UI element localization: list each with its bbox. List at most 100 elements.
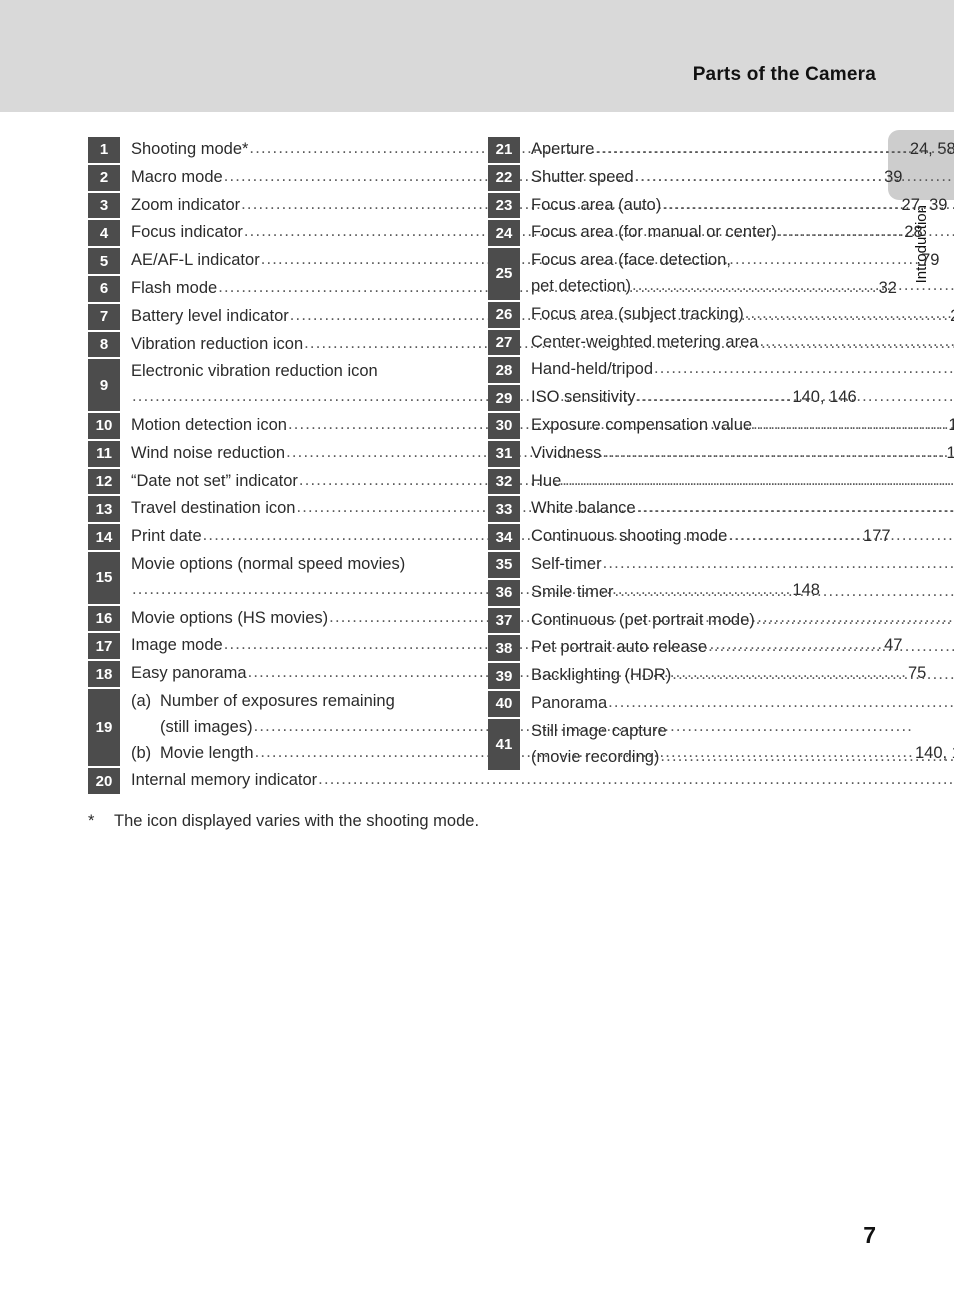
legend-entry-text: Hue [531, 471, 562, 490]
legend-entry-body: Pet portrait auto release ..............… [520, 635, 954, 661]
legend-entry: 19(a)Number of exposures remaining(a)(st… [88, 688, 954, 767]
dot-leader: ........................................… [708, 637, 954, 656]
legend-number-badge: 27 [488, 329, 520, 356]
dot-leader: ........................................… [636, 498, 954, 517]
legend-entry-line: Aperture................................… [531, 137, 954, 163]
dot-leader: ........................................… [631, 275, 954, 294]
legend-entry-text: Shutter speed [531, 167, 634, 186]
legend-entry-body: Hue.....................................… [520, 469, 954, 495]
legend-entry-body: Focus area (auto).......................… [520, 193, 954, 219]
legend-entry-text: Print date [131, 527, 202, 546]
legend-entry-text: Vividness [531, 443, 602, 462]
legend-entry: 6 Flash mode ............................… [88, 275, 897, 302]
dot-leader: ........................................… [595, 139, 954, 157]
dot-leader: ........................................… [662, 194, 954, 213]
legend-entry-body: ISO sensitivity.........................… [520, 385, 954, 411]
legend-entry: 8 Vibration reduction icon ..............… [88, 331, 954, 358]
legend-entry: 39 Backlighting (HDR) ...................… [488, 663, 954, 689]
subentry-text: (still images) [160, 717, 253, 736]
legend-entry-line: Pet portrait auto release ..............… [531, 635, 954, 661]
legend-entry-line: Self-timer..............................… [531, 552, 954, 578]
legend-number-badge: 6 [88, 275, 120, 302]
legend-number-badge: 35 [488, 551, 520, 578]
legend-entry-text: (movie recording) [531, 747, 660, 766]
legend-entry: 3 Zoom indicator ........................… [88, 192, 947, 219]
legend-entry-line: Vividness...............................… [531, 441, 954, 467]
legend-entry: 10 Motion detection icon.................… [88, 412, 954, 439]
legend-entry-line: Hue.....................................… [531, 469, 954, 495]
subentry-text: Movie length [160, 743, 254, 762]
legend-number-badge: 17 [88, 633, 120, 660]
page-number: 7 [863, 1222, 876, 1248]
legend-entry-line: Panorama................................… [531, 691, 954, 717]
legend-number-badge: 33 [488, 496, 520, 523]
legend-entry: 35 Self-timer............................… [488, 551, 954, 578]
legend-entry: 38 Pet portrait auto release ............… [488, 635, 954, 662]
legend-entry: 13 Travel destination icon...............… [88, 496, 954, 523]
legend-entry-text: Motion detection icon [131, 415, 287, 434]
legend-number-badge: 18 [88, 661, 120, 687]
legend-entry: 16 Movie options (HS movies).............… [88, 605, 954, 632]
subentry-marker: (a) [131, 691, 152, 710]
legend-entry-text: Easy panorama [131, 664, 247, 683]
legend-number-badge: 2 [88, 164, 120, 191]
legend-number-badge: 30 [488, 412, 520, 439]
legend-entry: 27 Center-weighted metering area ........… [488, 329, 954, 356]
legend-entry-text: Still image capture [531, 721, 667, 740]
legend-entry-text: Focus area (for manual or center) [531, 223, 777, 242]
legend-entry: 11 Wind noise reduction..................… [88, 440, 954, 467]
legend-number-badge: 7 [88, 303, 120, 330]
legend-entry: 9 Electronic vibration reduction icon....… [88, 359, 857, 411]
legend-number-badge: 40 [488, 690, 520, 717]
legend-number-badge: 14 [88, 524, 120, 550]
legend-number-badge: 4 [88, 220, 120, 247]
legend-number-badge: 29 [488, 385, 520, 411]
legend-entry: 28 Hand-held/tripod......................… [488, 357, 954, 384]
legend-entry-body: Shutter speed...........................… [520, 165, 954, 191]
legend-entry-body: Self-timer..............................… [520, 552, 954, 578]
legend-entry-text: ISO sensitivity [531, 388, 636, 407]
legend-number-badge: 1 [88, 137, 120, 163]
footnote: * The icon displayed varies with the sho… [88, 812, 479, 831]
legend-entry: 32 Hue...................................… [488, 468, 954, 495]
legend-entry-line: Focus area (subject tracking)...........… [531, 302, 954, 328]
legend-entry-text: Shooting mode* [131, 140, 249, 158]
legend-entry-line: Focus area (for manual or center) ......… [531, 220, 954, 246]
legend-number-badge: 10 [88, 412, 120, 439]
legend-entry-text: Vibration reduction icon [131, 334, 304, 353]
legend-entry: 41 Still image capture (movie recording) .… [488, 718, 954, 771]
legend-entry-text: Focus area (auto) [531, 195, 662, 214]
legend-entry-text: Macro mode [131, 167, 223, 186]
legend-entry-text: Focus area (subject tracking) [531, 304, 744, 323]
legend-entry-line: Hand-held/tripod........................… [531, 357, 954, 383]
legend-entry-text: Smile timer [531, 582, 614, 601]
legend-number-badge: 16 [88, 605, 120, 632]
dot-leader: ........................................… [636, 387, 954, 406]
legend-entry: 37 Continuous (pet portrait mode)........… [488, 607, 954, 634]
legend-number-badge: 3 [88, 192, 120, 219]
page-header-band [0, 0, 954, 112]
legend-number-badge: 15 [88, 551, 120, 604]
legend-entry-text: Image mode [131, 636, 223, 655]
legend-entry-text: Panorama [531, 693, 608, 712]
legend-entry-body: Focus area (subject tracking)...........… [520, 302, 954, 328]
dot-leader: ........................................… [660, 746, 954, 765]
legend-entry-text: pet detection) [531, 276, 631, 295]
legend-entry-text: Battery level indicator [131, 306, 289, 325]
legend-entry: 31 Vividness.............................… [488, 440, 954, 467]
legend-entry-text: Self-timer [531, 554, 602, 573]
legend-number-badge: 34 [488, 524, 520, 550]
legend-entry: 4 Focus indicator........................… [88, 220, 923, 247]
dot-leader: ........................................… [759, 331, 954, 350]
legend-entry-line: Focus area (face detection, [531, 248, 954, 274]
legend-entry-text: Aperture [531, 140, 595, 158]
legend-entry-line: ISO sensitivity.........................… [531, 385, 954, 411]
legend-number-badge: 9 [88, 359, 120, 411]
legend-entry-line: Center-weighted metering area ..........… [531, 330, 954, 356]
legend-number-badge: 39 [488, 663, 520, 689]
legend-entry-text: Focus indicator [131, 223, 243, 242]
legend-entry-line: pet detection) .........................… [531, 274, 954, 300]
legend-entry-body: Hand-held/tripod........................… [520, 357, 954, 383]
legend-entry-body: Exposure compensation value.............… [520, 413, 954, 439]
footnote-text: The icon displayed varies with the shoot… [114, 812, 480, 830]
